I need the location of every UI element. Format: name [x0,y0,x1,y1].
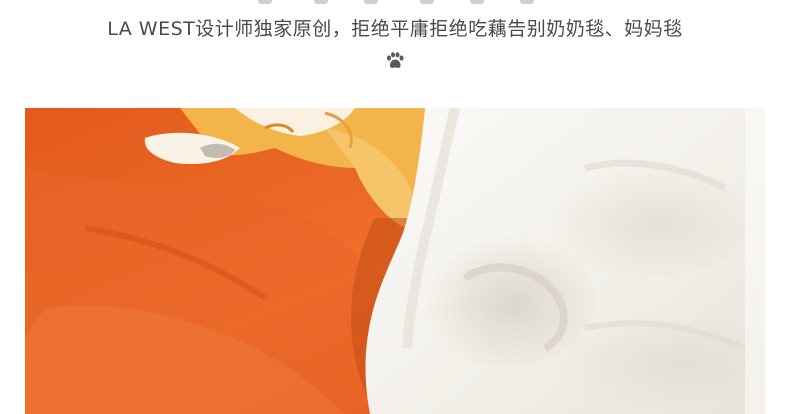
paw-icon [387,52,404,68]
blanket-photo [25,108,765,414]
tagline: LA WEST设计师独家原创，拒绝平庸拒绝吃藕告别奶奶毯、妈妈毯 [107,18,683,40]
top-decoration [0,0,790,6]
